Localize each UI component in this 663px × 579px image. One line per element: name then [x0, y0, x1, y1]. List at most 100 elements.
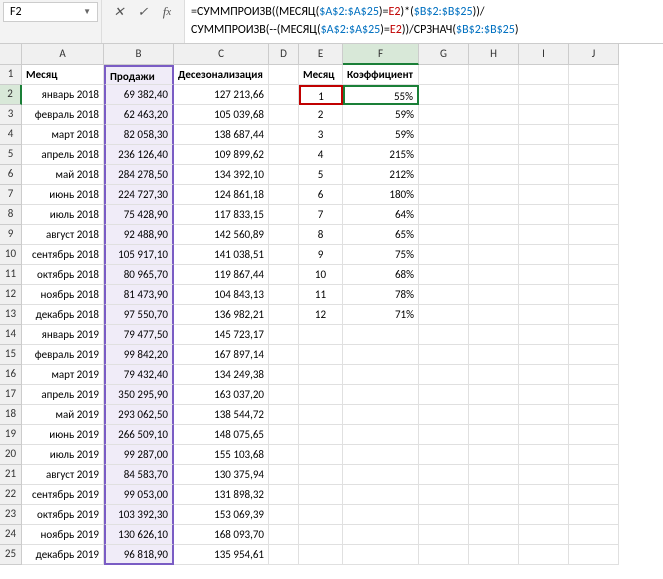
cell-H6[interactable]: [469, 165, 519, 185]
cell-F19[interactable]: [343, 425, 419, 445]
cell-D4[interactable]: [269, 125, 299, 145]
cell-J4[interactable]: [569, 125, 619, 145]
cell-C10[interactable]: 141 038,51: [174, 245, 269, 265]
cell-J18[interactable]: [569, 405, 619, 425]
cell-G14[interactable]: [419, 325, 469, 345]
row-header-10[interactable]: 10: [0, 245, 22, 265]
cell-J3[interactable]: [569, 105, 619, 125]
cell-G4[interactable]: [419, 125, 469, 145]
cell-F25[interactable]: [343, 545, 419, 565]
cell-G21[interactable]: [419, 465, 469, 485]
cell-A6[interactable]: май 2018: [22, 165, 104, 185]
cell-A21[interactable]: август 2019: [22, 465, 104, 485]
cell-F16[interactable]: [343, 365, 419, 385]
col-header-J[interactable]: J: [569, 44, 619, 65]
cell-H20[interactable]: [469, 445, 519, 465]
cell-G13[interactable]: [419, 305, 469, 325]
cell-C8[interactable]: 117 833,15: [174, 205, 269, 225]
cell-J20[interactable]: [569, 445, 619, 465]
cell-A12[interactable]: ноябрь 2018: [22, 285, 104, 305]
cell-H12[interactable]: [469, 285, 519, 305]
cell-H18[interactable]: [469, 405, 519, 425]
row-header-7[interactable]: 7: [0, 185, 22, 205]
cell-E2[interactable]: 1: [299, 85, 343, 105]
header-cell-D[interactable]: [269, 65, 299, 85]
cell-E14[interactable]: [299, 325, 343, 345]
cell-H22[interactable]: [469, 485, 519, 505]
cell-J15[interactable]: [569, 345, 619, 365]
cell-J7[interactable]: [569, 185, 619, 205]
cell-J12[interactable]: [569, 285, 619, 305]
cell-J23[interactable]: [569, 505, 619, 525]
cell-I24[interactable]: [519, 525, 569, 545]
cell-C11[interactable]: 119 867,44: [174, 265, 269, 285]
cell-D8[interactable]: [269, 205, 299, 225]
cell-A5[interactable]: апрель 2018: [22, 145, 104, 165]
cell-B5[interactable]: 236 126,40: [104, 145, 174, 165]
cell-H4[interactable]: [469, 125, 519, 145]
cell-G15[interactable]: [419, 345, 469, 365]
cell-D22[interactable]: [269, 485, 299, 505]
cell-I21[interactable]: [519, 465, 569, 485]
cell-B6[interactable]: 284 278,50: [104, 165, 174, 185]
cell-E22[interactable]: [299, 485, 343, 505]
cell-H17[interactable]: [469, 385, 519, 405]
cell-J6[interactable]: [569, 165, 619, 185]
cell-B23[interactable]: 103 392,30: [104, 505, 174, 525]
cell-A24[interactable]: ноябрь 2019: [22, 525, 104, 545]
row-header-3[interactable]: 3: [0, 105, 22, 125]
cell-B17[interactable]: 350 295,90: [104, 385, 174, 405]
cell-E20[interactable]: [299, 445, 343, 465]
cell-C18[interactable]: 138 544,72: [174, 405, 269, 425]
row-header-17[interactable]: 17: [0, 385, 22, 405]
cell-E4[interactable]: 3: [299, 125, 343, 145]
cell-F3[interactable]: 59%: [343, 105, 419, 125]
cell-E15[interactable]: [299, 345, 343, 365]
header-cell-E[interactable]: Месяц: [299, 65, 343, 85]
cell-I3[interactable]: [519, 105, 569, 125]
col-header-B[interactable]: B: [104, 44, 174, 65]
cell-C23[interactable]: 153 069,39: [174, 505, 269, 525]
cell-J11[interactable]: [569, 265, 619, 285]
header-cell-C[interactable]: Десезонализация: [174, 65, 269, 85]
cell-A13[interactable]: декабрь 2018: [22, 305, 104, 325]
cell-C13[interactable]: 136 982,21: [174, 305, 269, 325]
cancel-icon[interactable]: ✕: [108, 2, 130, 22]
row-header-1[interactable]: 1: [0, 65, 22, 85]
col-header-G[interactable]: G: [419, 44, 469, 65]
cell-E13[interactable]: 12: [299, 305, 343, 325]
cell-I12[interactable]: [519, 285, 569, 305]
cell-B22[interactable]: 99 053,00: [104, 485, 174, 505]
cell-D9[interactable]: [269, 225, 299, 245]
cell-C6[interactable]: 134 392,10: [174, 165, 269, 185]
cell-H5[interactable]: [469, 145, 519, 165]
row-header-6[interactable]: 6: [0, 165, 22, 185]
cell-F14[interactable]: [343, 325, 419, 345]
header-cell-B[interactable]: Продажи: [104, 65, 174, 85]
col-header-H[interactable]: H: [469, 44, 519, 65]
row-header-16[interactable]: 16: [0, 365, 22, 385]
cell-G7[interactable]: [419, 185, 469, 205]
cell-G17[interactable]: [419, 385, 469, 405]
cell-H23[interactable]: [469, 505, 519, 525]
row-header-5[interactable]: 5: [0, 145, 22, 165]
cell-A11[interactable]: октябрь 2018: [22, 265, 104, 285]
cell-B19[interactable]: 266 509,10: [104, 425, 174, 445]
cell-I13[interactable]: [519, 305, 569, 325]
cell-B9[interactable]: 92 488,90: [104, 225, 174, 245]
cell-A4[interactable]: март 2018: [22, 125, 104, 145]
cell-F7[interactable]: 180%: [343, 185, 419, 205]
header-cell-J[interactable]: [569, 65, 619, 85]
cell-C3[interactable]: 105 039,68: [174, 105, 269, 125]
cell-E8[interactable]: 7: [299, 205, 343, 225]
cell-I25[interactable]: [519, 545, 569, 565]
cell-J14[interactable]: [569, 325, 619, 345]
cell-G23[interactable]: [419, 505, 469, 525]
cell-I6[interactable]: [519, 165, 569, 185]
cell-F8[interactable]: 64%: [343, 205, 419, 225]
cell-D16[interactable]: [269, 365, 299, 385]
cell-F23[interactable]: [343, 505, 419, 525]
cell-B12[interactable]: 81 473,90: [104, 285, 174, 305]
cell-F2[interactable]: 55%: [343, 85, 419, 105]
header-cell-G[interactable]: [419, 65, 469, 85]
